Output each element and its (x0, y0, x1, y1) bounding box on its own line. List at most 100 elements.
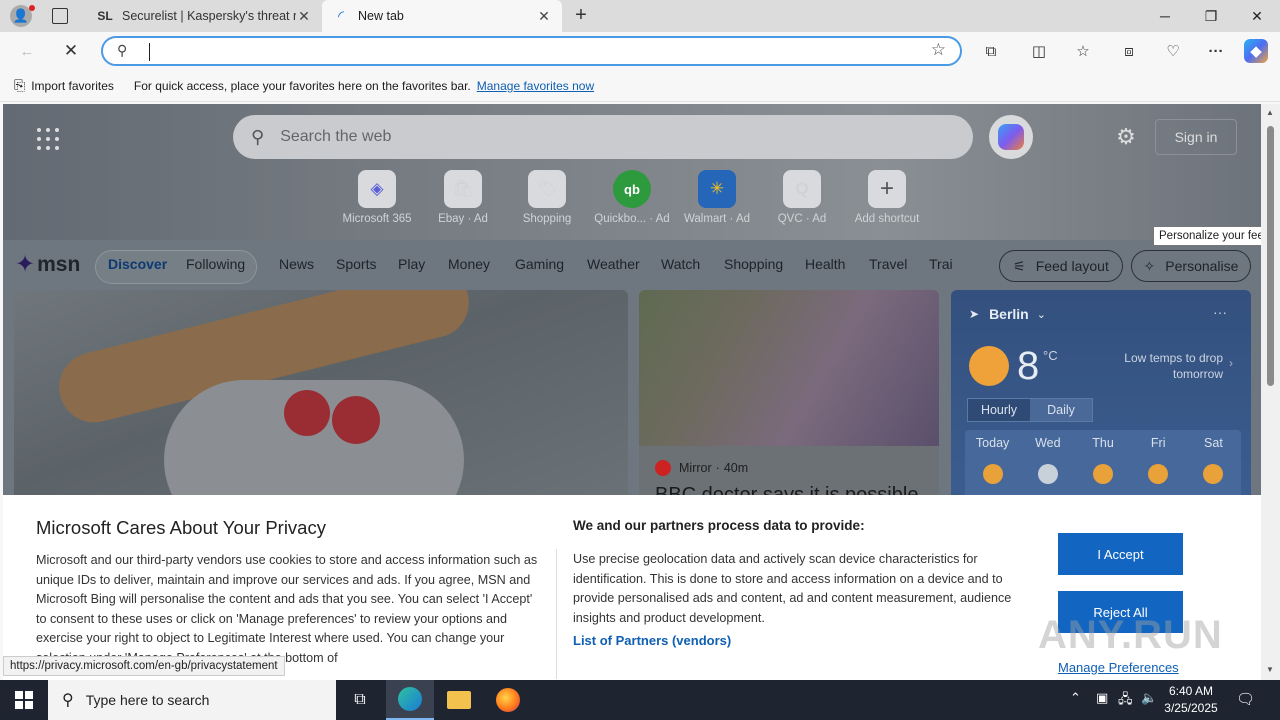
scroll-down-arrow-icon[interactable]: ▼ (1266, 665, 1274, 674)
forecast-day[interactable]: Wed (1020, 430, 1075, 500)
quick-link-quickbooks[interactable]: qb Quickbo... · Ad (592, 170, 672, 225)
quickbooks-icon: qb (613, 170, 651, 208)
nav-news[interactable]: News (279, 256, 314, 272)
chevron-right-icon[interactable]: › (1229, 356, 1233, 370)
more-options-icon[interactable]: ··· (1213, 304, 1227, 320)
copilot-button[interactable] (989, 115, 1033, 159)
stop-loading-icon[interactable]: ✕ (58, 38, 84, 64)
location-arrow-icon: ➤ (969, 307, 980, 321)
restore-button[interactable]: ❐ (1188, 0, 1234, 32)
close-tab-icon[interactable]: ✕ (296, 8, 312, 25)
tab-following[interactable]: Following (186, 256, 245, 272)
notifications-icon[interactable]: 🗨 (1236, 690, 1255, 708)
copilot-icon (998, 124, 1024, 150)
quick-link-walmart[interactable]: ✳ Walmart · Ad (677, 170, 757, 225)
weather-tab-daily[interactable]: Daily (1030, 399, 1092, 421)
quick-link-shopping[interactable]: 🏷 Shopping (507, 170, 587, 225)
nav-gaming[interactable]: Gaming (515, 256, 564, 272)
cloud-icon (1037, 464, 1058, 484)
windows-logo-icon (15, 691, 33, 709)
forecast-day[interactable]: Sat (1186, 430, 1241, 500)
split-screen-icon[interactable]: ◫ (1026, 38, 1052, 64)
nav-traffic[interactable]: Trai (929, 256, 953, 272)
windows-taskbar: ⚲ Type here to search ⧉ ⌃ ▣ 🖧 🔈 6:40 AM … (0, 680, 1280, 720)
forecast-day-label: Thu (1092, 436, 1114, 450)
msn-logo[interactable]: ✦ msn (15, 250, 80, 279)
settings-gear-icon[interactable]: ⚙ (1113, 124, 1139, 150)
copilot-icon[interactable]: ◆ (1244, 39, 1268, 63)
clock-time: 6:40 AM (1168, 684, 1214, 698)
quick-link-qvc[interactable]: Q QVC · Ad (762, 170, 842, 225)
forecast-day[interactable]: Fri (1131, 430, 1186, 500)
tab-actions-icon[interactable] (52, 8, 68, 24)
scrollbar-thumb[interactable] (1267, 126, 1274, 386)
collections-icon[interactable]: ⧈ (1116, 38, 1142, 64)
manage-favorites-link[interactable]: Manage favorites now (477, 79, 594, 93)
tab-new-tab[interactable]: ◜ New tab ✕ (322, 0, 562, 32)
close-window-button[interactable]: ✕ (1234, 0, 1280, 32)
network-icon[interactable]: 🖧 (1118, 690, 1133, 712)
hero-news-card[interactable] (14, 290, 628, 500)
task-view-icon[interactable]: ⧉ (336, 680, 384, 720)
weather-city[interactable]: Berlin (989, 306, 1029, 322)
more-options-icon[interactable]: ··· (1203, 38, 1229, 64)
weather-card[interactable]: ➤ Berlin ⌄ ··· 8 °C Low temps to drop to… (951, 290, 1251, 500)
close-tab-icon[interactable]: ✕ (536, 8, 552, 25)
accept-button[interactable]: I Accept (1058, 533, 1183, 575)
status-bar-url: https://privacy.microsoft.com/en-gb/priv… (3, 656, 285, 676)
forecast-day[interactable]: Today (965, 430, 1020, 500)
nav-shopping[interactable]: Shopping (724, 256, 783, 272)
taskbar-search-box[interactable]: ⚲ Type here to search (48, 680, 336, 720)
partners-link[interactable]: List of Partners (vendors) (573, 633, 731, 648)
page-scrollbar[interactable]: ▲ ▼ (1261, 104, 1280, 680)
app-launcher-icon[interactable] (37, 128, 59, 150)
start-button[interactable] (0, 680, 48, 720)
feed-layout-button[interactable]: ⚟ Feed layout (999, 250, 1123, 282)
nav-health[interactable]: Health (805, 256, 845, 272)
nav-money[interactable]: Money (448, 256, 490, 272)
toolbar: ← ✕ ⚲ ☆ ⧉ ◫ ☆ ⧈ ♡ ··· ◆ (0, 32, 1280, 70)
weather-tab-hourly[interactable]: Hourly (968, 399, 1030, 421)
forecast-day[interactable]: Thu (1075, 430, 1130, 500)
weather-note: Low temps to drop tomorrow (1124, 351, 1223, 381)
extensions-icon[interactable]: ⧉ (978, 38, 1004, 64)
nav-play[interactable]: Play (398, 256, 425, 272)
file-explorer-icon[interactable] (435, 680, 483, 720)
device-icon[interactable]: ▣ (1096, 690, 1108, 706)
performance-icon[interactable]: ♡ (1160, 38, 1186, 64)
nav-watch[interactable]: Watch (661, 256, 700, 272)
add-shortcut-button[interactable]: + Add shortcut (847, 170, 927, 225)
edge-taskbar-icon[interactable] (386, 680, 434, 720)
personalise-button[interactable]: ✧ Personalise (1131, 250, 1251, 282)
new-tab-button[interactable]: + (570, 4, 592, 28)
tab-securelist[interactable]: SL Securelist | Kaspersky's threat res ✕ (86, 0, 322, 32)
news-card-mirror[interactable]: Mirror · 40m BBC doctor says it is possi… (639, 290, 939, 500)
quick-link-ebay[interactable]: 🛍 Ebay · Ad (423, 170, 503, 225)
securelist-favicon: SL (97, 9, 113, 23)
web-search-box[interactable]: ⚲ Search the web (233, 115, 973, 159)
nav-weather[interactable]: Weather (587, 256, 640, 272)
scroll-up-arrow-icon[interactable]: ▲ (1266, 108, 1274, 117)
favorites-icon[interactable]: ☆ (1070, 38, 1096, 64)
chevron-down-icon[interactable]: ⌄ (1037, 308, 1046, 321)
nav-sports[interactable]: Sports (336, 256, 376, 272)
news-age: 40m (723, 461, 749, 475)
system-clock[interactable]: 6:40 AM 3/25/2025 (1160, 683, 1222, 717)
quick-link-microsoft-365[interactable]: ◈ Microsoft 365 (337, 170, 417, 225)
notification-dot (29, 5, 35, 11)
back-icon[interactable]: ← (14, 38, 40, 64)
sign-in-button[interactable]: Sign in (1155, 119, 1237, 155)
volume-icon[interactable]: 🔈 (1141, 690, 1157, 706)
import-favorites-button[interactable]: Import favorites (31, 79, 114, 93)
show-hidden-icons-icon[interactable]: ⌃ (1070, 690, 1081, 706)
minimize-button[interactable]: ─ (1142, 0, 1188, 32)
weather-unit[interactable]: °C (1043, 348, 1058, 363)
nav-travel[interactable]: Travel (869, 256, 907, 272)
firefox-icon[interactable] (484, 680, 532, 720)
tab-discover[interactable]: Discover (108, 256, 167, 272)
manage-preferences-link[interactable]: Manage Preferences (1058, 660, 1179, 675)
favorites-hint: For quick access, place your favorites h… (133, 78, 471, 93)
favorite-star-icon[interactable]: ☆ (931, 40, 946, 60)
search-icon: ⚲ (117, 42, 128, 58)
address-bar[interactable]: ⚲ ☆ (101, 36, 962, 66)
